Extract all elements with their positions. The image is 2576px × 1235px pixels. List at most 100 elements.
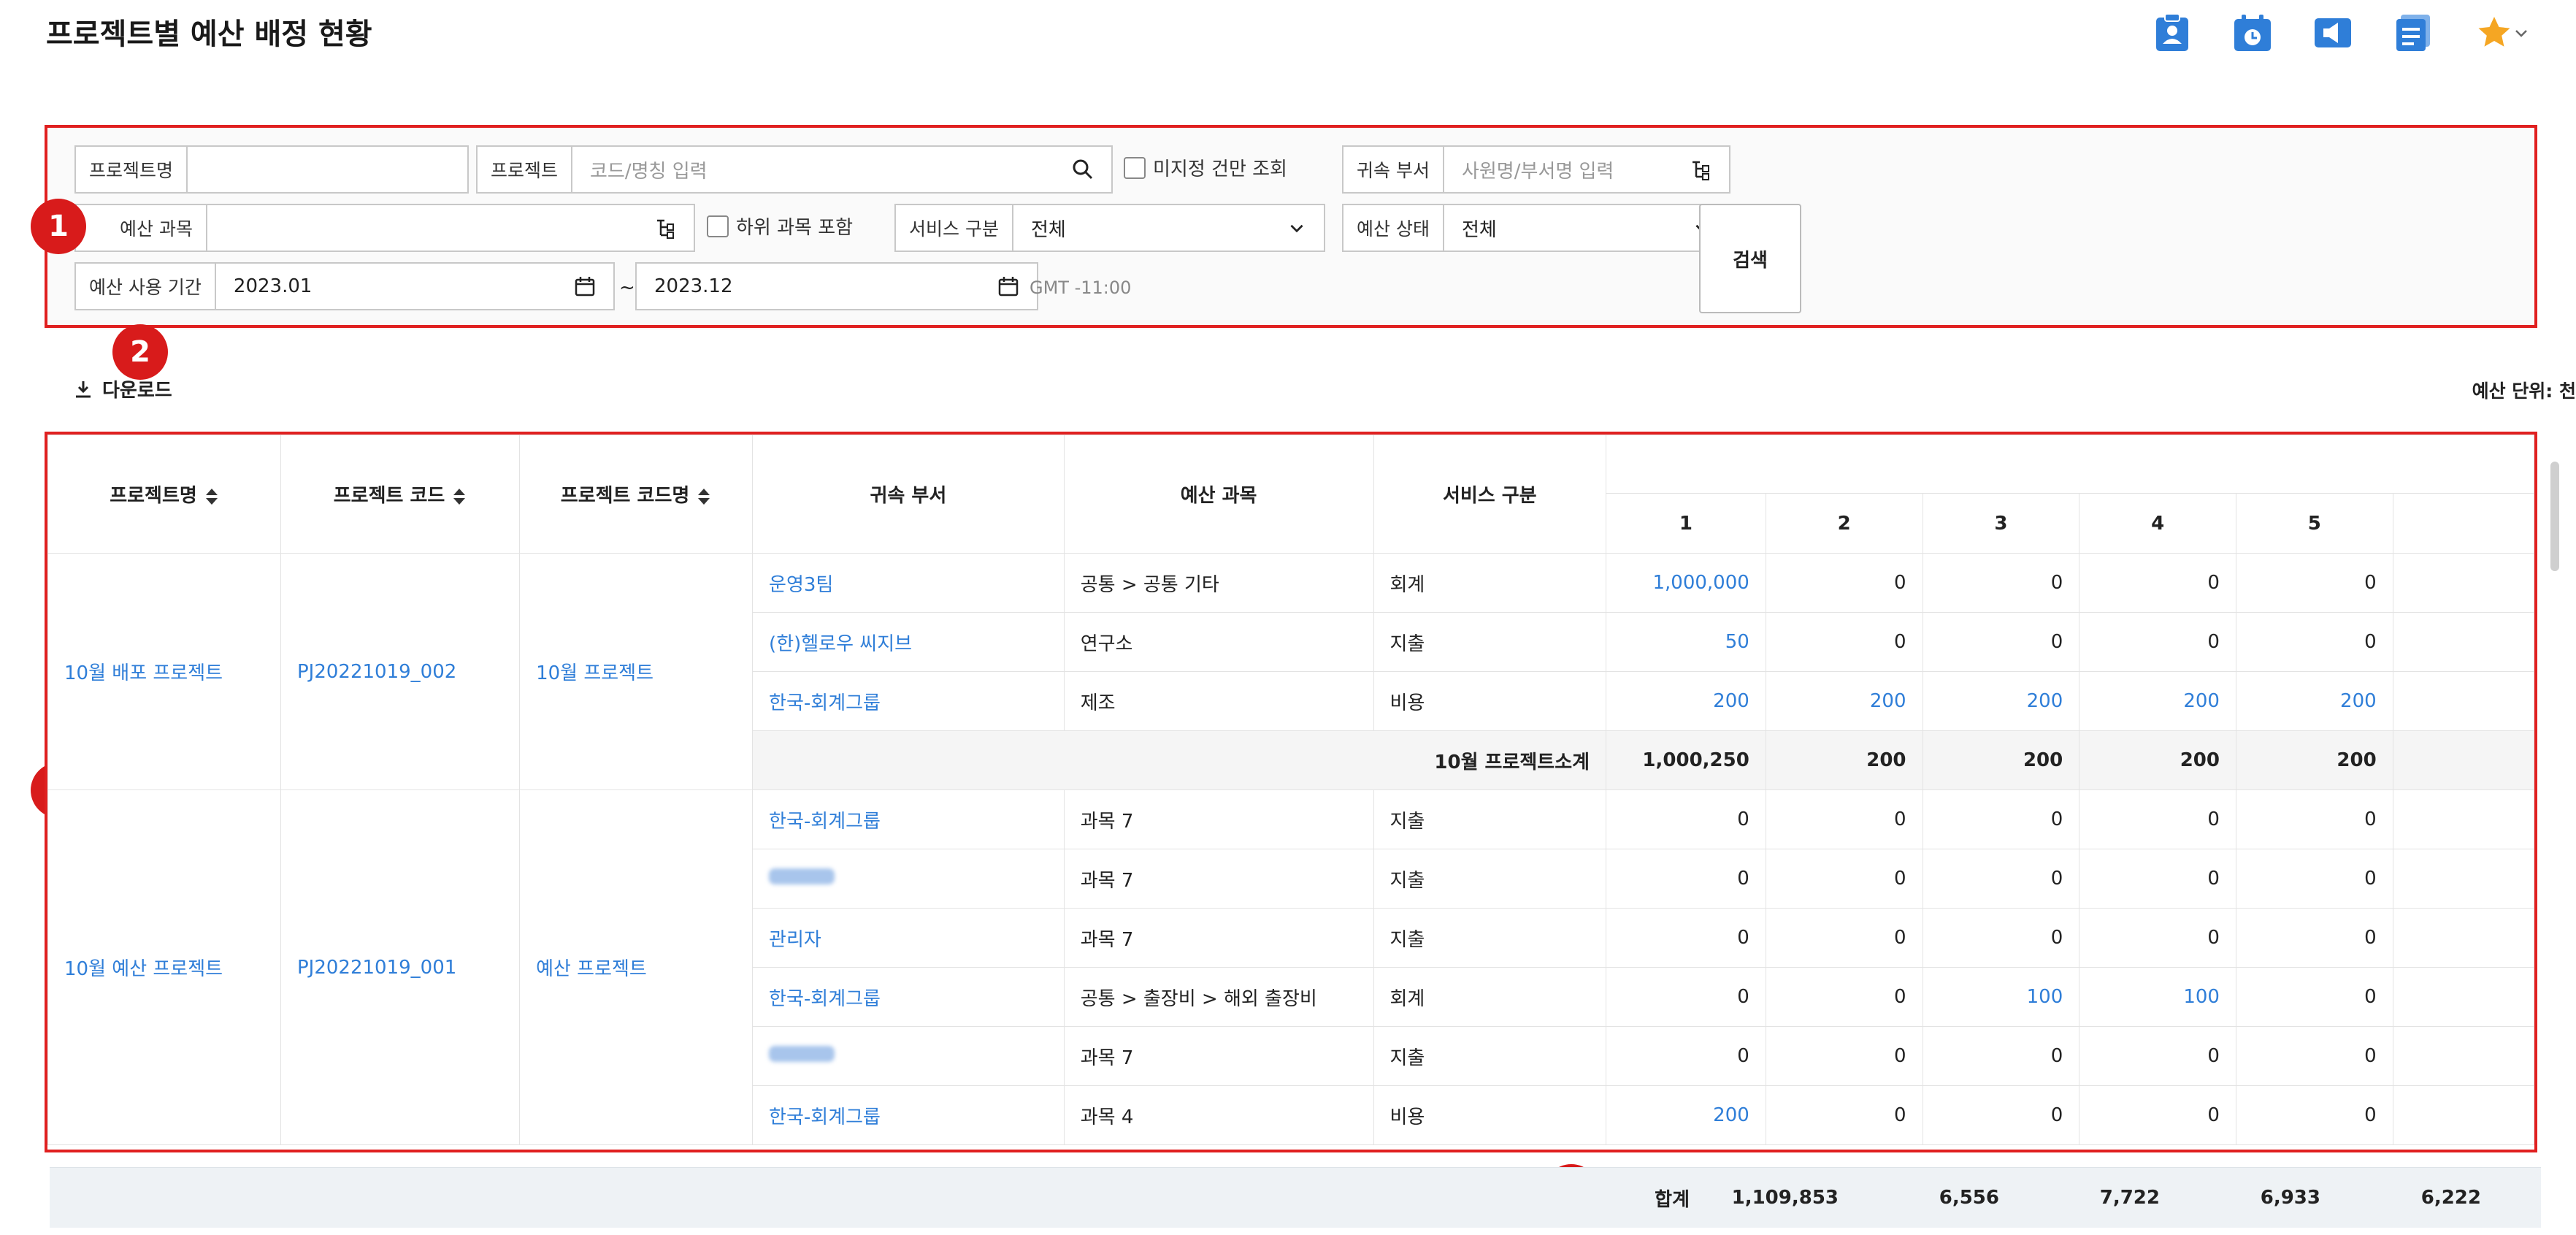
clipboard-user-icon[interactable] (2153, 13, 2192, 53)
month-header-2: 2 (1765, 493, 1923, 554)
department-cell[interactable]: 한국-회계그룹 (752, 789, 1065, 849)
search-icon[interactable] (1072, 158, 1094, 180)
budget-subject-cell: 과목 7 (1063, 849, 1374, 909)
download-icon (76, 381, 91, 397)
month-value-cell: 0 (1606, 908, 1766, 968)
announcement-icon[interactable] (2313, 13, 2353, 53)
department-cell[interactable]: (한)헬로우 씨지브 (752, 612, 1065, 672)
col-project-code-header[interactable]: 프로젝트 코드 (280, 435, 521, 554)
col-project-name-header[interactable]: 프로젝트명 (47, 435, 281, 554)
project-placeholder: 코드/명칭 입력 (590, 160, 708, 183)
period-from-value: 2023.01 (233, 275, 313, 297)
unassigned-only-label: 미지정 건만 조회 (1153, 158, 1287, 180)
service-type-select[interactable]: 서비스 구분 전체 (894, 204, 1325, 252)
checkbox-box[interactable] (1124, 156, 1146, 179)
month-value-cell: 0 (1922, 908, 2080, 968)
month-value-cell: 0 (1922, 1026, 2080, 1086)
download-label: 다운로드 (102, 380, 172, 402)
month-value-cell: 0 (1922, 1085, 2080, 1145)
project-code-name-cell[interactable]: 예산 프로젝트 (519, 789, 754, 1145)
sort-icon[interactable] (697, 487, 711, 506)
unassigned-only-checkbox[interactable]: 미지정 건만 조회 (1124, 154, 1287, 181)
table-row: 10월 배포 프로젝트 PJ20221019_002 10월 프로젝트 운영3팀 공통 … (47, 553, 2534, 790)
project-code-name-cell[interactable]: 10월 프로젝트 (519, 553, 754, 790)
month-value-cell: 0 (2235, 908, 2393, 968)
month-value-cell: 0 (2079, 789, 2236, 849)
total-value-cell: 6,556 (1939, 1187, 1999, 1209)
month-value-cell[interactable]: 200 (1606, 671, 1766, 731)
org-tree-icon[interactable] (654, 217, 676, 239)
month-value-cell: 0 (1765, 967, 1923, 1027)
service-type-cell: 회계 (1373, 967, 1607, 1027)
department-search-input[interactable]: 사원명/부서명 입력 (1444, 156, 1729, 183)
checkbox-box[interactable] (707, 215, 729, 237)
budget-status-select[interactable]: 예산 상태 전체 (1342, 204, 1730, 252)
timezone-label: GMT -11:00 (1030, 278, 1132, 298)
project-name-cell[interactable]: 10월 배포 프로젝트 (47, 553, 281, 790)
department-cell[interactable]: 한국-회계그룹 (752, 967, 1065, 1027)
top-toolbar (2153, 13, 2532, 53)
col-project-code-name-header[interactable]: 프로젝트 코드명 (519, 435, 754, 554)
budget-subject-input[interactable] (207, 217, 694, 239)
month-value-cell: 0 (1922, 553, 2080, 613)
budget-subject-cell: 과목 7 (1063, 789, 1374, 849)
month-value-cell: 0 (1606, 967, 1766, 1027)
service-type-label: 서비스 구분 (896, 205, 1013, 251)
calendar-icon[interactable] (574, 275, 596, 297)
month-value-cell[interactable]: 200 (2079, 671, 2236, 731)
budget-subject-cell: 과목 7 (1063, 1026, 1374, 1086)
annotation-badge-1: 1 (31, 199, 86, 254)
month-value-cell[interactable]: 200 (1922, 671, 2080, 731)
chevron-down-icon[interactable] (1287, 218, 1306, 237)
service-type-cell: 지출 (1373, 789, 1607, 849)
sort-icon[interactable] (204, 487, 219, 506)
favorite-star-menu[interactable] (2474, 13, 2532, 53)
period-from-input[interactable]: 2023.01 (216, 275, 613, 297)
department-cell[interactable]: 운영3팀 (752, 553, 1065, 613)
department-cell[interactable]: 한국-회계그룹 (752, 1085, 1065, 1145)
calendar-clock-icon[interactable] (2233, 13, 2272, 53)
month-value-cell[interactable]: 1,000,000 (1606, 553, 1766, 613)
project-name-filter: 프로젝트명 (74, 145, 469, 194)
month-value-cell[interactable]: 100 (2079, 967, 2236, 1027)
month-value-cell[interactable]: 200 (1606, 1085, 1766, 1145)
calendar-icon[interactable] (997, 275, 1019, 297)
sort-icon[interactable] (452, 487, 467, 506)
overflow-cell (2392, 612, 2534, 672)
overflow-cell (2392, 671, 2534, 731)
subtotal-value-cell: 1,000,250 (1606, 730, 1766, 790)
total-value-cell: 6,933 (2260, 1187, 2320, 1209)
department-cell[interactable] (752, 849, 1065, 909)
department-cell[interactable]: 관리자 (752, 908, 1065, 968)
month-value-cell[interactable]: 50 (1606, 612, 1766, 672)
department-cell[interactable] (752, 1026, 1065, 1086)
project-name-cell[interactable]: 10월 예산 프로젝트 (47, 789, 281, 1145)
document-list-icon[interactable] (2393, 13, 2433, 53)
download-button[interactable]: 다운로드 (73, 375, 172, 402)
vertical-scrollbar[interactable] (2550, 462, 2559, 571)
service-type-cell: 지출 (1373, 612, 1607, 672)
month-value-cell[interactable]: 200 (2235, 671, 2393, 731)
month-header-5: 5 (2235, 493, 2393, 554)
month-value-cell[interactable]: 200 (1765, 671, 1923, 731)
org-tree-icon[interactable] (1690, 158, 1711, 180)
month-value-cell[interactable]: 100 (1922, 967, 2080, 1027)
period-to-input[interactable]: 2023.12 (635, 262, 1038, 310)
department-cell[interactable]: 한국-회계그룹 (752, 671, 1065, 731)
month-value-cell: 0 (1606, 849, 1766, 909)
month-value-cell: 0 (2079, 1026, 2236, 1086)
month-header-3: 3 (1922, 493, 2080, 554)
month-value-cell: 0 (1765, 789, 1923, 849)
include-sub-checkbox[interactable]: 하위 과목 포함 (707, 213, 853, 240)
project-search-input[interactable]: 코드/명칭 입력 (572, 156, 1111, 183)
service-type-cell: 비용 (1373, 1085, 1607, 1145)
project-code-cell[interactable]: PJ20221019_002 (280, 553, 521, 790)
project-code-cell[interactable]: PJ20221019_001 (280, 789, 521, 1145)
search-button[interactable]: 검색 (1699, 204, 1801, 313)
department-label: 귀속 부서 (1343, 147, 1444, 192)
blurred-department (769, 1046, 835, 1062)
chevron-down-icon (2515, 30, 2527, 37)
page-title: 프로젝트별 예산 배정 현황 (46, 18, 372, 51)
budget-status-value: 전체 (1461, 218, 1497, 241)
total-value-cell: 1,109,853 (1731, 1187, 1839, 1209)
